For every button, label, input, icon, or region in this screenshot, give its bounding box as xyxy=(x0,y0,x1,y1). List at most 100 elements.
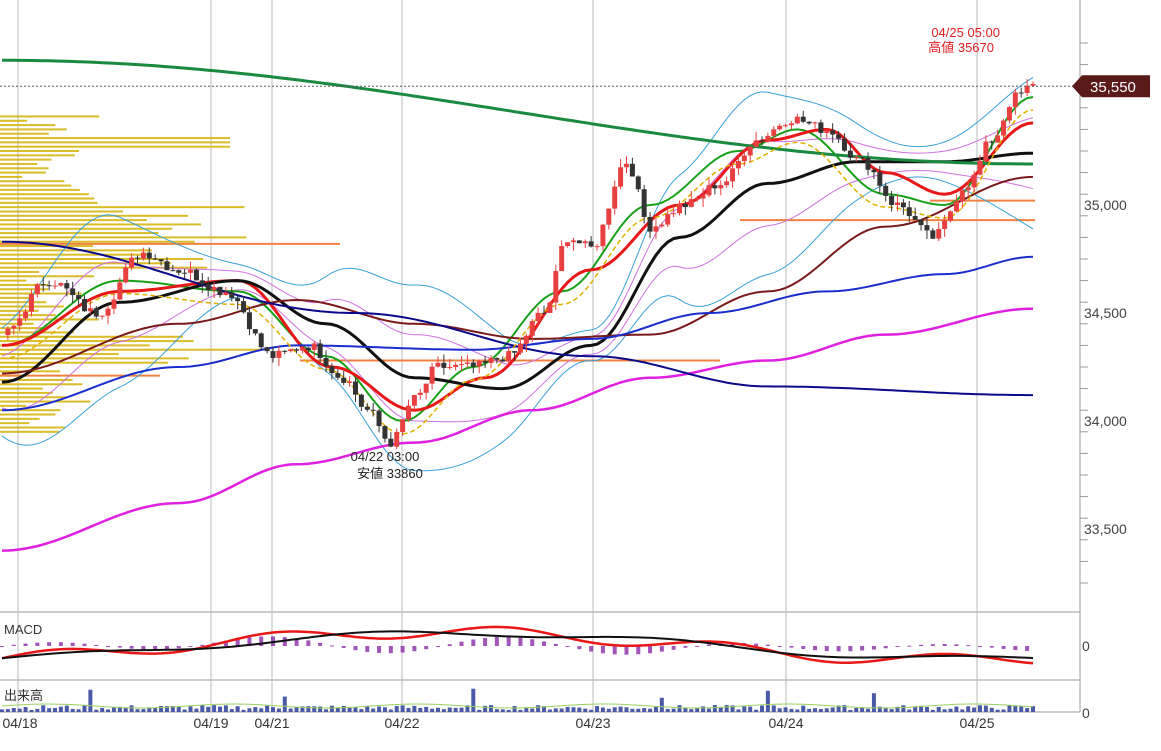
volume-bar xyxy=(754,709,759,712)
volume-bar xyxy=(11,708,16,712)
candle-body xyxy=(276,350,282,358)
series-line xyxy=(1,307,1034,552)
volume-bar xyxy=(453,707,458,712)
candle-body xyxy=(783,125,789,127)
volume-profile-bar xyxy=(0,175,22,178)
candle-body xyxy=(983,141,989,161)
volume-bar xyxy=(653,706,658,712)
macd-panel xyxy=(0,625,1034,665)
macd-histogram-bar xyxy=(671,646,676,650)
volume-profile-bar xyxy=(0,357,189,360)
candle-body xyxy=(352,381,358,395)
volume-bar xyxy=(612,707,617,712)
macd-histogram-bar xyxy=(612,646,617,655)
macd-histogram-bar xyxy=(754,643,759,646)
candle-body xyxy=(34,284,40,295)
volume-bar xyxy=(718,707,723,712)
volume-bar xyxy=(82,705,87,712)
macd-histogram-bar xyxy=(954,644,959,646)
volume-bar xyxy=(347,707,352,712)
volume-bar xyxy=(677,705,682,712)
macd-histogram-bar xyxy=(848,646,853,652)
macd-histogram-bar xyxy=(23,643,28,646)
candle-body xyxy=(23,311,29,319)
volume-profile-bar xyxy=(0,214,189,217)
volume-bar xyxy=(159,705,164,712)
volume-bar xyxy=(135,709,140,712)
macd-histogram-bar xyxy=(1025,646,1030,651)
macd-histogram-bar xyxy=(860,646,865,651)
candle-body xyxy=(741,155,747,162)
candle-body xyxy=(794,116,800,124)
candle-body xyxy=(217,286,223,296)
macd-histogram-bar xyxy=(883,646,888,649)
candle-body xyxy=(40,284,46,286)
candle-body xyxy=(665,214,671,225)
candle-body xyxy=(1018,92,1024,94)
volume-bar xyxy=(848,709,853,712)
candle-body xyxy=(818,122,824,133)
volume-bar xyxy=(936,706,941,712)
candle-body xyxy=(700,195,706,199)
y-tick-label: 34,000 xyxy=(1084,413,1127,429)
candle-body xyxy=(129,257,135,268)
volume-bar xyxy=(247,708,252,712)
candle-body xyxy=(942,220,948,229)
x-tick-label: 04/19 xyxy=(193,715,228,731)
volume-bar xyxy=(17,708,22,712)
candle-body xyxy=(629,163,635,177)
volume-bar xyxy=(200,705,205,712)
volume-bar xyxy=(253,707,258,712)
candle-body xyxy=(936,228,942,239)
series-line xyxy=(1,121,1034,412)
volume-profile-bar xyxy=(0,236,247,239)
candle-body xyxy=(777,125,783,130)
volume-bar xyxy=(212,705,217,712)
macd-histogram-bar xyxy=(565,646,570,647)
volume-profile-bar xyxy=(0,141,230,144)
volume-bar xyxy=(329,705,334,712)
volume-profile-bar xyxy=(0,301,47,304)
candle-body xyxy=(995,135,1001,143)
candle-body xyxy=(641,189,647,217)
volume-bar xyxy=(960,709,965,712)
candle-body xyxy=(730,168,736,182)
macd-histogram-bar xyxy=(1001,646,1006,649)
macd-histogram-bar xyxy=(35,642,40,646)
volume-bar xyxy=(536,705,541,712)
macd-histogram-bar xyxy=(435,646,440,647)
volume-bar xyxy=(583,708,588,712)
macd-histogram-bar xyxy=(789,646,794,648)
candle-body xyxy=(930,230,936,239)
volume-bar xyxy=(818,709,823,712)
volume-bar xyxy=(1025,708,1030,712)
macd-histogram-bar xyxy=(648,646,653,654)
candle-body xyxy=(1012,92,1018,108)
macd-histogram-bar xyxy=(706,644,711,646)
candle-body xyxy=(582,241,588,244)
volume-profile-bar xyxy=(0,344,150,347)
macd-histogram-bar xyxy=(106,646,111,647)
volume-profile-bar xyxy=(0,348,263,351)
volume-bar xyxy=(1013,705,1018,712)
volume-bar xyxy=(1001,709,1006,712)
volume-bar xyxy=(795,709,800,712)
candle-body xyxy=(653,226,659,232)
macd-histogram-bar xyxy=(400,646,405,653)
series-line xyxy=(1,240,1033,397)
volume-profile-bar xyxy=(0,124,56,127)
candle-body xyxy=(623,163,629,168)
macd-histogram-bar xyxy=(0,646,4,647)
volume-bar xyxy=(989,707,994,712)
volume-bar xyxy=(282,696,287,712)
volume-bar xyxy=(1019,705,1024,712)
volume-bar xyxy=(259,708,264,712)
y-tick-label: 34,500 xyxy=(1084,305,1127,321)
x-tick-label: 04/24 xyxy=(768,715,803,731)
candle-body xyxy=(1001,120,1007,136)
candle-body xyxy=(464,362,470,364)
volume-bar xyxy=(153,707,158,712)
candle-body xyxy=(264,347,270,352)
volume-bar xyxy=(789,708,794,712)
candle-body xyxy=(906,207,912,217)
